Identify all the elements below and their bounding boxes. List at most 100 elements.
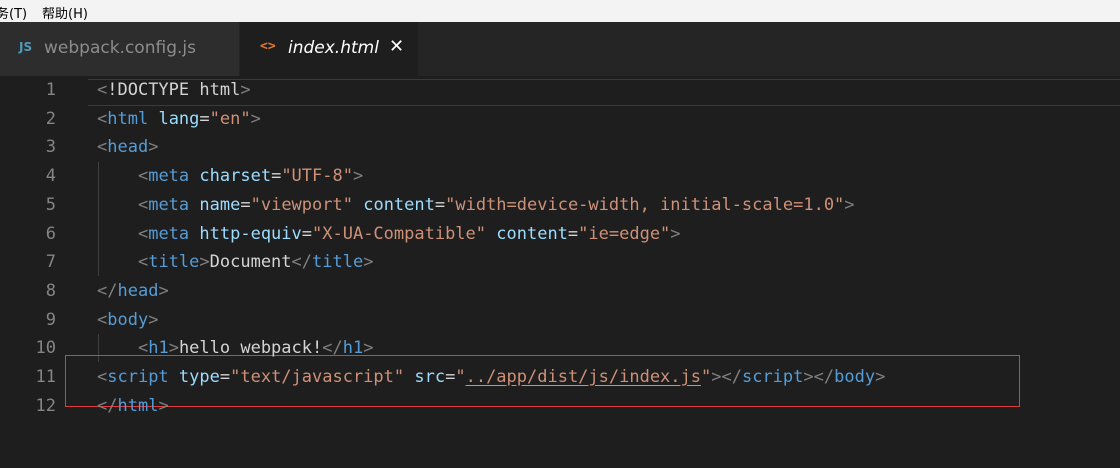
code-token: >	[875, 367, 886, 387]
code-token: html	[107, 108, 149, 129]
code-token: "	[701, 367, 712, 387]
code-token: meta	[148, 223, 190, 244]
code-token: <	[137, 223, 149, 244]
line-number: 12	[35, 395, 56, 416]
code-token: body	[107, 309, 149, 330]
line-number: 5	[45, 194, 56, 215]
line-number: 7	[45, 252, 56, 273]
code-token: html	[117, 395, 159, 416]
code-token: <	[137, 338, 149, 359]
code-line[interactable]: 5 <meta name="viewport" content="width=d…	[0, 191, 1120, 220]
tab-webpack-config[interactable]: JS webpack.config.js	[0, 22, 240, 76]
code-line[interactable]: 7 <title>Document</title>	[0, 248, 1120, 277]
line-number: 9	[45, 309, 56, 330]
html-file-icon: <>	[260, 39, 276, 54]
code-token: http-equiv	[199, 223, 302, 244]
code-line[interactable]: 8 </head>	[0, 277, 1120, 306]
code-token: <	[97, 108, 108, 129]
code-token: </	[291, 252, 313, 273]
code-token: =	[301, 223, 313, 244]
code-token: =	[199, 108, 210, 129]
code-token: <	[97, 309, 108, 330]
tab-index-html[interactable]: <> index.html ✕	[240, 22, 418, 76]
code-token: title	[148, 252, 200, 273]
code-text: </head>	[97, 277, 169, 306]
code-text: <h1>hello webpack!</h1>	[97, 334, 374, 363]
code-line[interactable]: 10 <h1>hello webpack!</h1>	[0, 334, 1120, 363]
code-token: "en"	[209, 108, 251, 129]
code-editor[interactable]: 1 <!DOCTYPE html> 2 <html lang="en"> 3 <head>…	[0, 76, 1120, 468]
code-token: "width=device-width, initial-scale=1.0"	[445, 194, 845, 215]
code-token: "X-UA-Compatible"	[312, 223, 487, 244]
menu-item-help[interactable]: 帮助(H)	[42, 3, 88, 22]
code-token: =	[240, 194, 251, 215]
code-line[interactable]: 2 <html lang="en">	[0, 105, 1120, 134]
code-token: "ie=edge"	[578, 223, 671, 244]
code-token: meta	[148, 194, 190, 215]
menu-bar: 务(T) 帮助(H)	[0, 0, 1120, 22]
code-token: =	[271, 166, 282, 187]
code-token: >	[250, 108, 261, 129]
code-line[interactable]: 9 <body>	[0, 306, 1120, 335]
code-token: h1	[342, 338, 364, 359]
code-token: </	[322, 338, 343, 359]
code-token: content	[363, 194, 435, 215]
code-text: <!DOCTYPE html>	[97, 76, 251, 105]
tab-label: index.html	[288, 38, 379, 58]
code-token: Document	[209, 252, 292, 273]
code-token: <	[137, 166, 149, 187]
code-line[interactable]: 12 </html>	[0, 392, 1120, 421]
line-number: 2	[45, 108, 56, 129]
code-token: >	[363, 252, 374, 273]
code-token: hello webpack!	[178, 338, 323, 359]
code-token: name	[199, 194, 241, 215]
code-token: <	[137, 252, 149, 273]
code-token: </	[97, 280, 118, 301]
code-line[interactable]: 11 <script type="text/javascript" src="..…	[0, 363, 1120, 392]
code-token: "text/javascript"	[230, 367, 405, 387]
code-line[interactable]: 3 <head>	[0, 133, 1120, 162]
code-token: ../app/dist/js/index.js	[465, 367, 701, 387]
code-line[interactable]: 1 <!DOCTYPE html>	[0, 76, 1120, 105]
code-line[interactable]: 4 <meta charset="UTF-8">	[0, 162, 1120, 191]
code-token: head	[107, 137, 149, 158]
code-token: lang	[158, 108, 200, 129]
code-text: <meta charset="UTF-8">	[97, 162, 363, 191]
code-text: </html>	[97, 392, 169, 421]
code-token: >	[148, 309, 159, 330]
code-token: >	[158, 395, 169, 416]
js-file-icon: JS	[19, 40, 33, 54]
code-token: meta	[148, 166, 190, 187]
code-token: >	[148, 137, 159, 158]
code-line[interactable]: 6 <meta http-equiv="X-UA-Compatible" con…	[0, 220, 1120, 249]
code-token: <	[97, 137, 108, 158]
tab-label: webpack.config.js	[44, 38, 196, 58]
code-text: <meta http-equiv="X-UA-Compatible" conte…	[97, 220, 681, 249]
menu-item-tasks[interactable]: 务(T)	[0, 3, 27, 22]
code-text: <head>	[97, 133, 158, 162]
code-token: head	[117, 280, 159, 301]
code-token: =	[567, 223, 579, 244]
code-text: <script type="text/javascript" src="../a…	[97, 363, 885, 392]
code-token: content	[496, 223, 568, 244]
close-icon[interactable]: ✕	[389, 36, 404, 57]
code-token: >	[352, 166, 364, 187]
line-number: 4	[45, 166, 56, 187]
code-token: >	[240, 80, 251, 100]
code-text: <meta name="viewport" content="width=dev…	[97, 191, 855, 220]
code-token: >	[199, 252, 210, 273]
code-token: <	[97, 80, 108, 100]
line-number: 3	[45, 137, 56, 158]
code-text: <html lang="en">	[97, 105, 261, 134]
